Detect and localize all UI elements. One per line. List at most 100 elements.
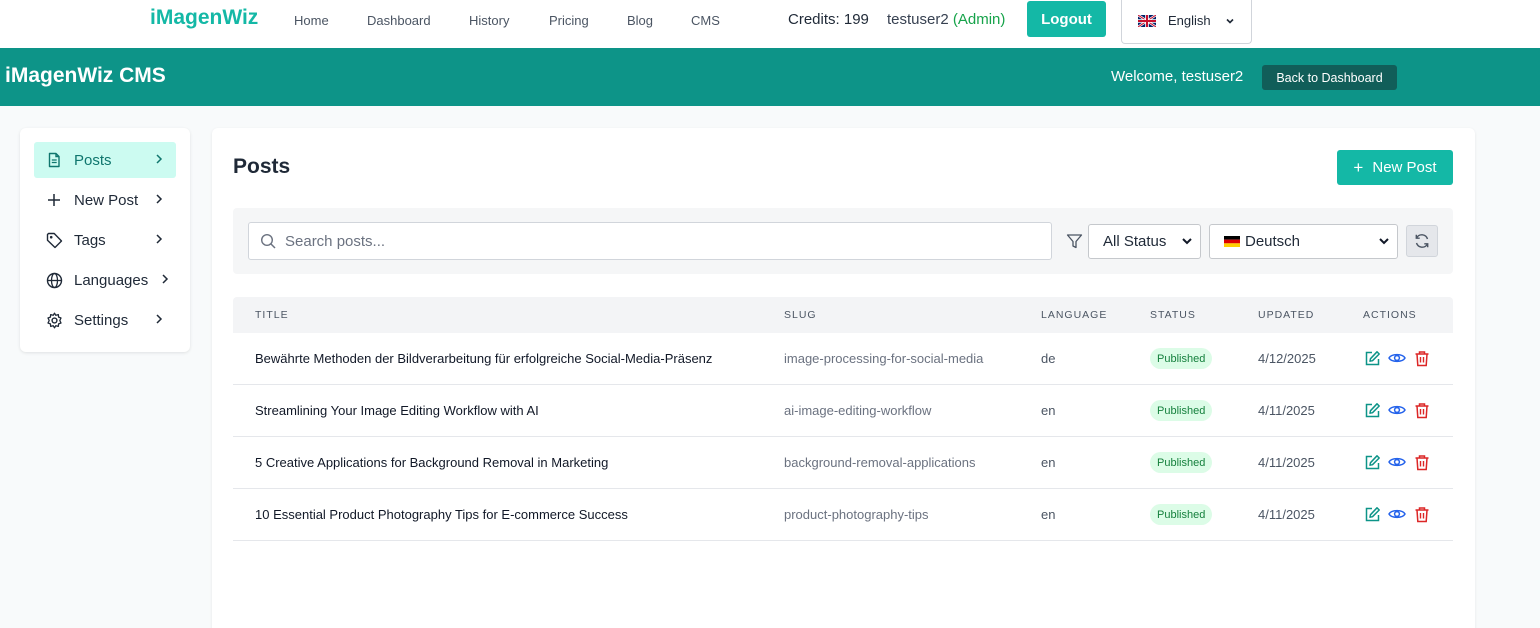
plus-icon [45,191,63,209]
column-header-status[interactable]: STATUS [1150,309,1196,321]
post-title[interactable]: Bewährte Methoden der Bildverarbeitung f… [255,351,712,366]
eye-icon [1388,457,1406,467]
column-header-title[interactable]: TITLE [255,309,289,321]
column-header-slug[interactable]: SLUG [784,309,817,321]
chevron-down-icon [1226,18,1234,24]
post-updated: 4/11/2025 [1258,403,1315,418]
post-slug: ai-image-editing-workflow [784,403,932,418]
post-updated: 4/11/2025 [1258,455,1315,470]
filter-icon [1066,234,1083,249]
uk-flag-icon [1138,14,1156,27]
chevron-right-icon [156,314,163,324]
chevron-down-icon [1379,238,1389,245]
back-to-dashboard-button[interactable]: Back to Dashboard [1262,65,1397,90]
refresh-button[interactable] [1406,225,1438,257]
delete-button[interactable] [1413,505,1431,523]
edit-button[interactable] [1363,349,1381,367]
view-button[interactable] [1388,349,1406,367]
edit-button[interactable] [1363,505,1381,523]
edit-button[interactable] [1363,453,1381,471]
post-language: en [1041,507,1056,522]
language-filter-select[interactable]: Deutsch [1209,224,1398,259]
document-icon [45,151,63,169]
eye-icon [1388,509,1406,519]
search-box[interactable] [248,222,1052,260]
sidebar-item-posts[interactable]: Posts [34,142,176,178]
edit-button[interactable] [1363,401,1381,419]
language-dropdown[interactable]: English [1121,0,1252,44]
post-slug: background-removal-applications [784,455,976,470]
post-title[interactable]: 5 Creative Applications for Background R… [255,455,608,470]
cms-header: iMagenWiz CMS Welcome, testuser2 Back to… [0,48,1540,106]
delete-button[interactable] [1413,401,1431,419]
post-updated: 4/12/2025 [1258,351,1316,366]
cms-title: iMagenWiz CMS [5,64,166,87]
sidebar-item-settings[interactable]: Settings [34,302,176,338]
nav-pricing[interactable]: Pricing [549,13,589,28]
edit-icon [1365,506,1380,521]
search-icon [260,233,276,249]
post-title[interactable]: Streamlining Your Image Editing Workflow… [255,403,539,418]
trash-icon [1415,350,1429,366]
new-post-label: New Post [1372,159,1437,176]
trash-icon [1415,402,1429,418]
post-slug: product-photography-tips [784,507,929,522]
filter-bar: All Status Deutsch [233,208,1453,274]
sidebar-item-label: Tags [74,231,106,249]
status-filter-value: All Status [1103,233,1167,250]
gear-icon [45,311,63,329]
post-title[interactable]: 10 Essential Product Photography Tips fo… [255,507,628,522]
plus-icon: + [1353,157,1364,177]
nav-dashboard[interactable]: Dashboard [367,13,431,28]
edit-icon [1365,402,1380,417]
search-input[interactable] [285,223,1045,259]
nav-blog[interactable]: Blog [627,13,653,28]
refresh-icon [1415,234,1429,248]
chevron-down-icon [1182,238,1192,245]
globe-icon [45,271,63,289]
status-filter-select[interactable]: All Status [1088,224,1201,259]
post-language: en [1041,403,1056,418]
language-filter-value: Deutsch [1245,233,1301,250]
column-header-updated[interactable]: UPDATED [1258,309,1314,321]
trash-icon [1415,506,1429,522]
status-badge: Published [1150,504,1213,525]
edit-icon [1365,350,1380,365]
nav-home[interactable]: Home [294,13,329,28]
edit-icon [1365,454,1380,469]
status-badge: Published [1150,452,1213,473]
view-button[interactable] [1388,453,1406,471]
sidebar-item-label: Settings [74,311,129,329]
table-row: 10 Essential Product Photography Tips fo… [233,489,1453,541]
sidebar-item-languages[interactable]: Languages [34,262,176,298]
new-post-button[interactable]: + New Post [1337,150,1453,185]
table-row: Bewährte Methoden der Bildverarbeitung f… [233,333,1453,385]
view-button[interactable] [1388,505,1406,523]
posts-panel: Posts + New Post All Status Deutsch TITL… [212,128,1475,628]
nav-cms[interactable]: CMS [691,13,720,28]
language-label: English [1168,13,1211,28]
eye-icon [1388,405,1406,415]
trash-icon [1415,454,1429,470]
post-language: en [1041,455,1056,470]
nav-history[interactable]: History [469,13,509,28]
table-row: Streamlining Your Image Editing Workflow… [233,385,1453,437]
sidebar-item-tags[interactable]: Tags [34,222,176,258]
user-info: testuser2 (Admin) [887,11,1005,28]
column-header-language[interactable]: LANGUAGE [1041,309,1107,321]
user-role: (Admin) [952,11,1006,28]
credits-display: Credits: 199 [788,11,869,28]
tag-icon [45,231,63,249]
brand-logo[interactable]: iMagenWiz [150,6,258,30]
sidebar: Posts New Post Tags Languages Settings [20,128,190,352]
row-actions [1363,453,1431,471]
table-row: 5 Creative Applications for Background R… [233,437,1453,489]
eye-icon [1388,353,1406,363]
top-navbar: iMagenWiz Home Dashboard History Pricing… [0,0,1540,48]
logout-button[interactable]: Logout [1027,1,1106,37]
sidebar-item-new-post[interactable]: New Post [34,182,176,218]
delete-button[interactable] [1413,349,1431,367]
view-button[interactable] [1388,401,1406,419]
delete-button[interactable] [1413,453,1431,471]
column-header-actions: ACTIONS [1363,309,1417,321]
